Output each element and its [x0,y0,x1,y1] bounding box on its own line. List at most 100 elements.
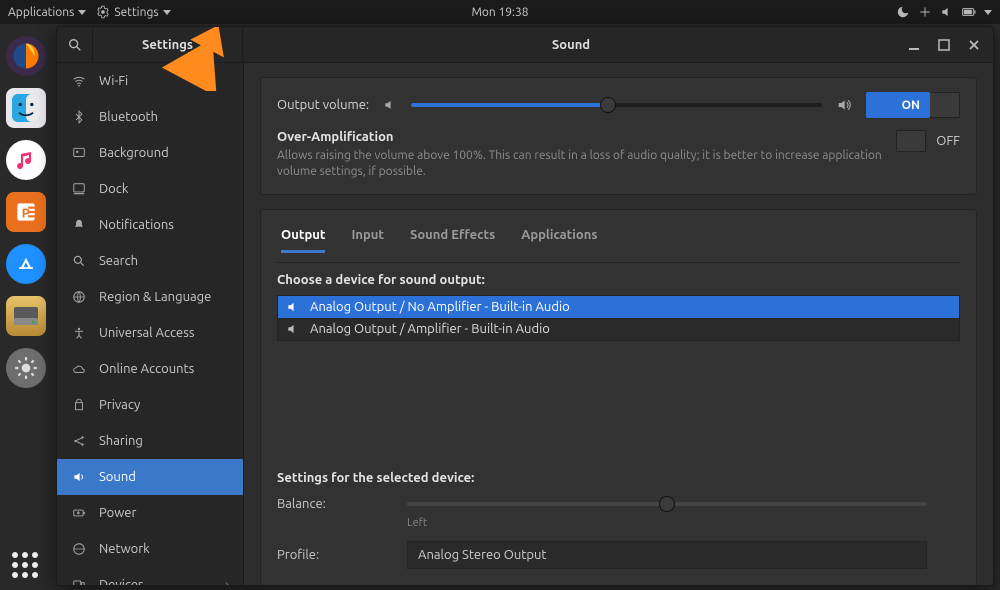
chevron-right-icon: › [225,578,229,585]
window-close-button[interactable] [959,27,989,63]
privacy-icon [71,398,87,412]
sidebar-item-label: Bluetooth [99,110,158,124]
device-row[interactable]: Analog Output / Amplifier - Built-in Aud… [278,318,959,340]
power-icon [71,506,87,520]
sidebar-item-wi-fi[interactable]: Wi-Fi [57,63,243,99]
speaker-icon [286,300,302,314]
tab-input[interactable]: Input [351,224,384,252]
sidebar-item-dock[interactable]: Dock [57,171,243,207]
globe-icon [71,290,87,304]
sidebar-item-privacy[interactable]: Privacy [57,387,243,423]
share-icon [71,434,87,448]
launcher-music[interactable] [6,140,46,180]
window-maximize-button[interactable] [929,27,959,63]
background-icon [71,146,87,160]
tab-output[interactable]: Output [281,224,325,252]
sidebar-item-sound[interactable]: Sound [57,459,243,495]
launcher-disks[interactable] [6,296,46,336]
sidebar-item-universal-access[interactable]: Universal Access [57,315,243,351]
sidebar-item-label: Power [99,506,136,520]
sidebar-item-background[interactable]: Background [57,135,243,171]
active-app-label: Settings [114,6,158,19]
chevron-down-icon [78,10,86,15]
sidebar-item-network[interactable]: Network [57,531,243,567]
sidebar-item-label: Region & Language [99,290,211,304]
device-list: Analog Output / No Amplifier - Built-in … [277,295,960,341]
sidebar-item-search[interactable]: Search [57,243,243,279]
access-icon [71,326,87,340]
clock[interactable]: Mon 19:38 [471,6,528,19]
launcher-firefox[interactable] [6,36,46,76]
applications-menu[interactable]: Applications [8,6,86,19]
tab-applications[interactable]: Applications [521,224,597,252]
selected-device-settings-label: Settings for the selected device: [277,471,960,485]
applications-label: Applications [8,6,74,19]
devices-icon [71,578,87,585]
search-icon [71,254,87,268]
sidebar-item-power[interactable]: Power [57,495,243,531]
sidebar-item-notifications[interactable]: Notifications [57,207,243,243]
window-minimize-button[interactable] [899,27,929,63]
sidebar-item-label: Search [99,254,138,268]
tab-sound-effects[interactable]: Sound Effects [410,224,495,252]
battery-icon[interactable] [962,5,976,19]
output-devices-card: Output Input Sound Effects Applications Cho… [260,209,977,585]
over-amplification-toggle[interactable]: OFF [896,130,960,152]
over-amplification-description: Allows raising the volume above 100%. Th… [277,148,882,180]
profile-select[interactable]: Analog Stereo Output [407,541,927,569]
launcher-presentation[interactable]: P [6,192,46,232]
volume-low-icon [383,98,397,112]
device-row[interactable]: Analog Output / No Amplifier - Built-in … [278,296,959,318]
sound-tabs: Output Input Sound Effects Applications [277,224,960,263]
sidebar-item-label: Network [99,542,150,556]
sidebar-item-online-accounts[interactable]: Online Accounts [57,351,243,387]
network-icon [71,542,87,556]
sidebar-item-label: Background [99,146,169,160]
titlebar: Settings Sound [57,27,993,63]
mute-toggle-label: ON [866,92,930,118]
sidebar-item-label: Sound [99,470,136,484]
volume-high-icon [836,97,852,113]
volume-icon[interactable] [940,5,954,19]
launcher-settings[interactable] [6,348,46,388]
profile-value: Analog Stereo Output [418,548,547,562]
dock-icon [71,182,87,196]
sidebar-title: Settings [93,27,243,62]
sidebar-item-label: Sharing [99,434,143,448]
over-amplification-title: Over-Amplification [277,130,882,144]
main-content: Output volume: ON [244,63,993,585]
choose-device-label: Choose a device for sound output: [277,273,960,287]
launcher-appstore[interactable] [6,244,46,284]
show-applications-button[interactable] [0,552,52,580]
sidebar-item-region-language[interactable]: Region & Language [57,279,243,315]
launcher-finder[interactable] [6,88,46,128]
sidebar-item-label: Online Accounts [99,362,194,376]
settings-small-icon [96,5,110,19]
top-panel: Applications Settings Mon 19:38 [0,0,1000,24]
sidebar-item-sharing[interactable]: Sharing [57,423,243,459]
device-name: Analog Output / No Amplifier - Built-in … [310,300,570,314]
sidebar-item-label: Wi-Fi [99,74,128,88]
sidebar-search-button[interactable] [57,27,93,63]
output-volume-label: Output volume: [277,98,369,112]
balance-left-marker: Left [407,517,960,529]
network-icon[interactable] [918,5,932,19]
sidebar-item-label: Privacy [99,398,140,412]
wifi-icon [71,74,87,88]
bell-icon [71,218,87,232]
output-volume-slider[interactable] [411,103,822,107]
mute-toggle[interactable]: ON [866,92,960,118]
night-icon[interactable] [896,5,910,19]
chevron-down-icon[interactable] [984,10,992,15]
settings-window: Settings Sound Wi-Fi Bluetooth Background D… [56,26,994,586]
active-app-menu[interactable]: Settings [96,5,170,19]
sidebar-item-label: Devices [99,578,144,585]
launcher-dock: P [0,24,52,590]
output-volume-card: Output volume: ON [260,77,977,195]
sidebar-item-label: Universal Access [99,326,194,340]
balance-slider[interactable] [407,502,927,506]
sidebar-item-bluetooth[interactable]: Bluetooth [57,99,243,135]
sidebar-item-devices[interactable]: Devices › [57,567,243,585]
sound-icon [71,470,87,484]
amp-toggle-label: OFF [936,134,960,148]
